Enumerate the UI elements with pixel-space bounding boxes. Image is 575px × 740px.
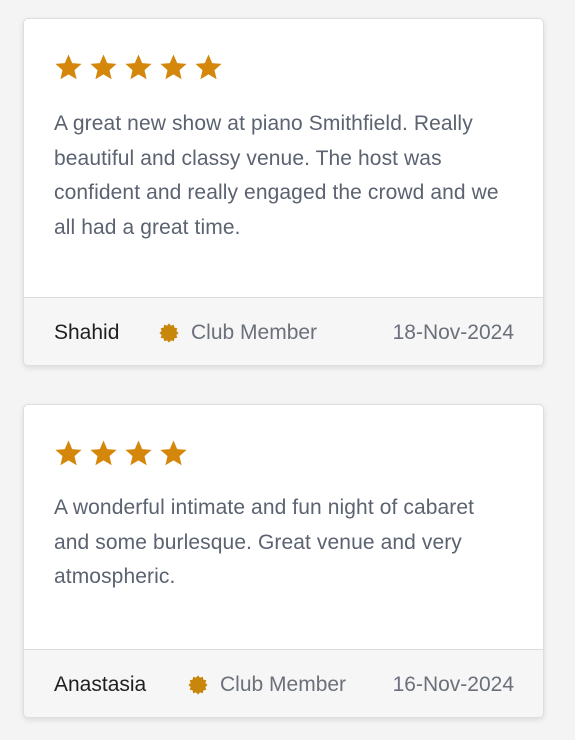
reviewer-name: Anastasia — [54, 672, 147, 696]
star-icon — [194, 53, 223, 82]
review-body: A great new show at piano Smithfield. Re… — [24, 19, 543, 297]
star-icon — [159, 439, 188, 468]
star-icon — [124, 439, 153, 468]
star-icon — [54, 53, 83, 82]
star-badge-icon — [188, 674, 208, 695]
star-icon — [89, 53, 118, 82]
member-badge: Club Member — [159, 321, 317, 345]
review-text: A great new show at piano Smithfield. Re… — [54, 112, 499, 239]
star-icon — [124, 53, 153, 82]
star-badge-icon — [159, 322, 179, 343]
member-badge-label: Club Member — [220, 672, 347, 696]
review-footer: Shahid Club Member 18-Nov-2024 — [24, 297, 543, 365]
review-footer: Anastasia Club Member 16-Nov-2024 — [24, 649, 543, 717]
star-rating — [54, 437, 513, 469]
review-card: A wonderful intimate and fun night of ca… — [23, 404, 544, 718]
member-badge-label: Club Member — [191, 320, 318, 344]
reviewer-name: Shahid — [54, 320, 120, 344]
review-date: 18-Nov-2024 — [392, 320, 514, 344]
member-badge: Club Member — [188, 673, 346, 697]
star-icon — [54, 439, 83, 468]
star-icon — [89, 439, 118, 468]
review-card: A great new show at piano Smithfield. Re… — [23, 18, 544, 366]
review-date: 16-Nov-2024 — [392, 672, 514, 696]
star-rating — [54, 51, 513, 83]
review-body: A wonderful intimate and fun night of ca… — [24, 405, 543, 649]
star-icon — [159, 53, 188, 82]
review-text: A wonderful intimate and fun night of ca… — [54, 496, 475, 588]
